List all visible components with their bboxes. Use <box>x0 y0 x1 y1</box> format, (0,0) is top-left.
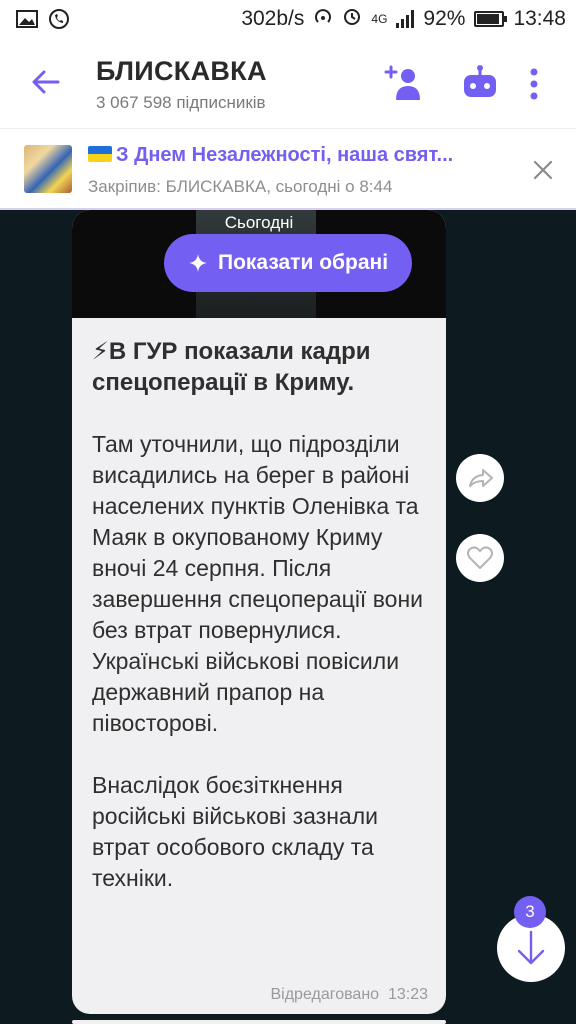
status-bar: 302b/s 4G 92% 13:48 <box>0 0 576 40</box>
message-headline: ⚡В ГУР показали кадри спецоперації в Кри… <box>92 338 371 396</box>
pinned-title: З Днем Незалежності, наша свят... <box>88 144 508 167</box>
status-right: 302b/s 4G 92% 13:48 <box>241 6 566 32</box>
channel-title[interactable]: БЛИСКАВКА <box>96 56 267 87</box>
pinned-subtitle: Закріпив: БЛИСКАВКА, сьогодні о 8:44 <box>88 177 393 196</box>
gallery-notification-icon <box>16 9 38 34</box>
close-icon <box>533 160 553 180</box>
show-favorites-button[interactable]: Показати обрані <box>164 234 412 292</box>
next-message-edge <box>72 1020 446 1024</box>
clock: 13:48 <box>513 7 566 30</box>
like-button[interactable] <box>456 534 504 582</box>
show-favorites-label: Показати обрані <box>217 251 389 274</box>
share-icon <box>469 469 493 487</box>
more-options-button[interactable] <box>522 62 546 106</box>
back-button[interactable] <box>30 66 62 98</box>
pinned-title-text: З Днем Незалежності, наша свят... <box>116 144 454 166</box>
signal-icon <box>396 10 415 28</box>
message-bubble[interactable]: Сьогодні Показати обрані ⚡В ГУР показали… <box>72 210 446 1014</box>
robot-icon <box>464 65 496 97</box>
status-left <box>16 8 70 35</box>
close-pinned-button[interactable] <box>530 157 556 183</box>
alarm-icon <box>342 6 362 32</box>
net-speed: 302b/s <box>241 7 305 30</box>
chat-header: БЛИСКАВКА 3 067 598 підписників <box>0 40 576 128</box>
subscriber-count: 3 067 598 підписників <box>96 93 266 112</box>
bot-button[interactable] <box>458 62 502 106</box>
share-button[interactable] <box>456 454 504 502</box>
add-member-button[interactable] <box>382 62 426 106</box>
date-label: Сьогодні <box>224 213 294 232</box>
battery-icon <box>474 11 508 27</box>
battery-fill <box>477 14 500 24</box>
ukraine-flag-icon <box>88 146 112 162</box>
arrow-left-icon <box>32 70 60 94</box>
edited-label: Відредаговано <box>270 986 380 1003</box>
viber-notification-icon <box>48 8 70 35</box>
unread-count-badge: 3 <box>514 896 546 928</box>
message-paragraph-2: Внаслідок боєзіткнення російські військо… <box>92 772 378 891</box>
message-time: 13:23 <box>387 986 428 1003</box>
pinned-thumbnail <box>24 145 72 193</box>
network-type: 4G <box>371 12 388 26</box>
sparkle-icon <box>188 254 207 272</box>
heart-icon <box>467 546 493 569</box>
add-person-icon <box>384 65 420 100</box>
message-meta: Відредаговано 13:23 <box>270 986 428 1004</box>
kebab-menu-icon <box>530 68 538 100</box>
pinned-message-bar[interactable]: З Днем Незалежності, наша свят... Закріп… <box>0 128 576 210</box>
hotspot-icon <box>313 6 333 32</box>
message-paragraph-1: Там уточнили, що підрозділи висадились н… <box>92 431 424 736</box>
message-text: ⚡В ГУР показали кадри спецоперації в Кри… <box>92 336 428 894</box>
message-media[interactable]: Сьогодні Показати обрані <box>72 210 446 318</box>
battery-percent: 92% <box>423 7 466 30</box>
